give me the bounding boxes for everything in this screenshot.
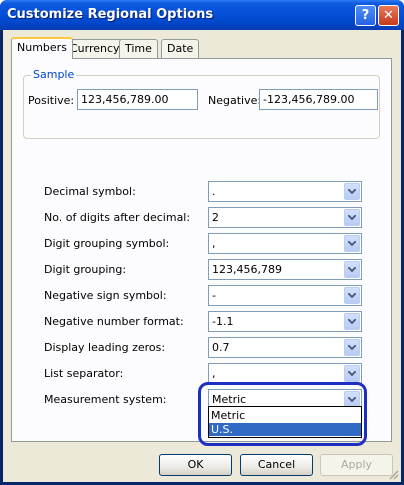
combo-value: 0.7 xyxy=(212,341,230,354)
digit-grouping-symbol-label: Digit grouping symbol: xyxy=(44,237,170,250)
tab-date[interactable]: Date xyxy=(161,39,200,58)
negative-sign-symbol-combo[interactable]: - xyxy=(208,285,362,306)
combo-value: . xyxy=(212,185,216,198)
negative-sign-symbol-label: Negative sign symbol: xyxy=(44,289,167,302)
apply-button[interactable]: Apply xyxy=(320,454,393,476)
combo-value: - xyxy=(212,289,216,302)
chevron-down-icon[interactable] xyxy=(344,235,360,252)
close-button[interactable]: ✕ xyxy=(378,5,399,26)
chevron-down-icon[interactable] xyxy=(344,261,360,278)
decimal-symbol-label: Decimal symbol: xyxy=(44,185,136,198)
combo-value: , xyxy=(212,367,216,380)
tab-date-label: Date xyxy=(167,42,194,55)
chevron-down-icon[interactable] xyxy=(344,339,360,356)
ok-button[interactable]: OK xyxy=(159,454,232,476)
positive-label: Positive: xyxy=(28,94,75,107)
help-button[interactable]: ? xyxy=(355,5,376,26)
title-bar[interactable]: Customize Regional Options ? ✕ xyxy=(0,0,404,30)
chevron-down-icon[interactable] xyxy=(344,365,360,382)
positive-sample-field[interactable]: 123,456,789.00 xyxy=(77,89,198,110)
chevron-down-icon[interactable] xyxy=(344,183,360,200)
dialog-window: Customize Regional Options ? ✕ Numbers C… xyxy=(0,0,404,485)
annotation-highlight-circle xyxy=(198,382,367,446)
dialog-body: Numbers Currency Time Date Sample Positi… xyxy=(3,30,401,482)
numbers-panel: Sample Positive: 123,456,789.00 Negative… xyxy=(11,58,392,446)
tab-numbers[interactable]: Numbers xyxy=(11,37,73,59)
chevron-down-icon[interactable] xyxy=(344,287,360,304)
chevron-down-icon[interactable] xyxy=(344,313,360,330)
display-leading-zeros-label: Display leading zeros: xyxy=(44,341,166,354)
digit-grouping-symbol-combo[interactable]: , xyxy=(208,233,362,254)
cancel-button[interactable]: Cancel xyxy=(240,454,313,476)
window-title: Customize Regional Options xyxy=(7,7,214,22)
list-separator-combo[interactable]: , xyxy=(208,363,362,384)
sample-group: Sample Positive: 123,456,789.00 Negative… xyxy=(23,68,380,139)
decimal-symbol-combo[interactable]: . xyxy=(208,181,362,202)
digit-grouping-label: Digit grouping: xyxy=(44,263,127,276)
chevron-down-icon[interactable] xyxy=(344,209,360,226)
combo-value: 2 xyxy=(212,211,219,224)
combo-value: , xyxy=(212,237,216,250)
display-leading-zeros-combo[interactable]: 0.7 xyxy=(208,337,362,358)
resize-grip-icon[interactable] xyxy=(387,468,399,480)
combo-value: -1.1 xyxy=(212,315,234,328)
negative-number-format-label: Negative number format: xyxy=(44,315,184,328)
tab-time[interactable]: Time xyxy=(119,39,158,58)
tab-time-label: Time xyxy=(125,42,152,55)
digit-grouping-combo[interactable]: 123,456,789 xyxy=(208,259,362,280)
sample-legend: Sample xyxy=(31,68,77,81)
negative-label: Negative: xyxy=(208,94,262,107)
negative-number-format-combo[interactable]: -1.1 xyxy=(208,311,362,332)
tab-numbers-label: Numbers xyxy=(17,41,67,54)
tab-currency[interactable]: Currency xyxy=(64,39,126,58)
tab-currency-label: Currency xyxy=(70,42,120,55)
negative-sample-field[interactable]: -123,456,789.00 xyxy=(259,89,378,110)
digits-after-decimal-label: No. of digits after decimal: xyxy=(44,211,191,224)
list-separator-label: List separator: xyxy=(44,367,124,380)
digits-after-decimal-combo[interactable]: 2 xyxy=(208,207,362,228)
combo-value: 123,456,789 xyxy=(212,263,282,276)
measurement-system-label: Measurement system: xyxy=(44,393,167,406)
